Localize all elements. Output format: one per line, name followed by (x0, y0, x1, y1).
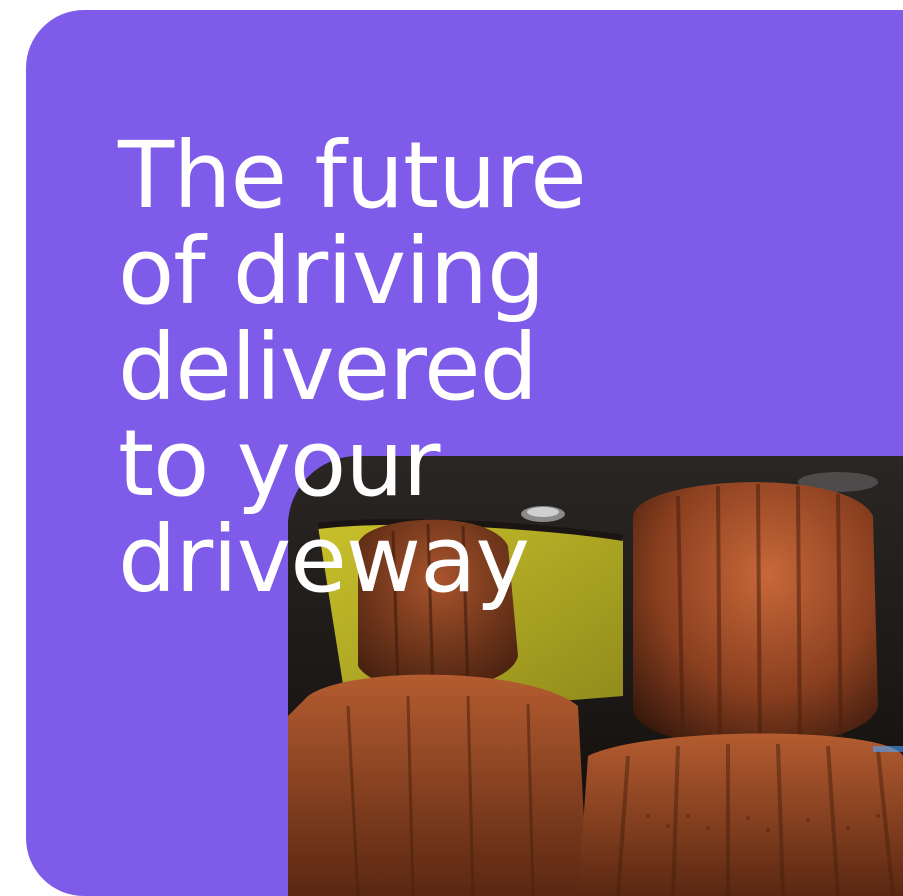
headline-line-1: The future (118, 122, 587, 229)
headline-line-2: of driving (118, 218, 545, 325)
headline-line-3: delivered (118, 314, 538, 421)
headline: The future of driving delivered to your … (118, 122, 587, 613)
hero-card: The future of driving delivered to your … (26, 10, 903, 896)
headline-line-5: driveway (118, 506, 530, 613)
headline-line-4: to your (118, 410, 440, 517)
